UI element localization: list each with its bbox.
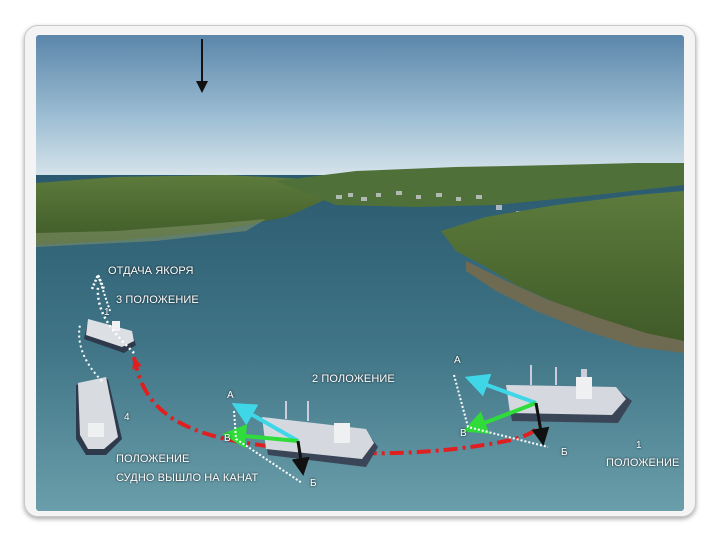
ship2-b-label: Б	[310, 478, 317, 489]
anchor-drop-label: ОТДАЧА ЯКОРЯ	[108, 265, 194, 277]
ship3-number: 1	[104, 307, 110, 318]
ship1-a-label: А	[454, 355, 461, 366]
position-1-label: ПОЛОЖЕНИЕ	[606, 457, 680, 469]
ship2-v-label: В	[224, 433, 231, 444]
ship1-b-label: Б	[561, 447, 568, 458]
position-4-number: 4	[124, 412, 130, 423]
position-1-number: 1	[636, 440, 642, 451]
ship1-v-label: В	[460, 428, 467, 439]
position-4-label: ПОЛОЖЕНИЕ	[116, 453, 190, 465]
cable-note-label: СУДНО ВЫШЛО НА КАНАТ	[116, 472, 259, 484]
anchoring-scene: ОТДАЧА ЯКОРЯ 3 ПОЛОЖЕНИЕ 1 2 ПОЛОЖЕНИЕ А…	[36, 35, 684, 511]
position-3-label: 3 ПОЛОЖЕНИЕ	[116, 294, 199, 306]
sky	[36, 35, 684, 185]
ship2-a-label: А	[227, 390, 234, 401]
position-2-label: 2 ПОЛОЖЕНИЕ	[312, 373, 395, 385]
